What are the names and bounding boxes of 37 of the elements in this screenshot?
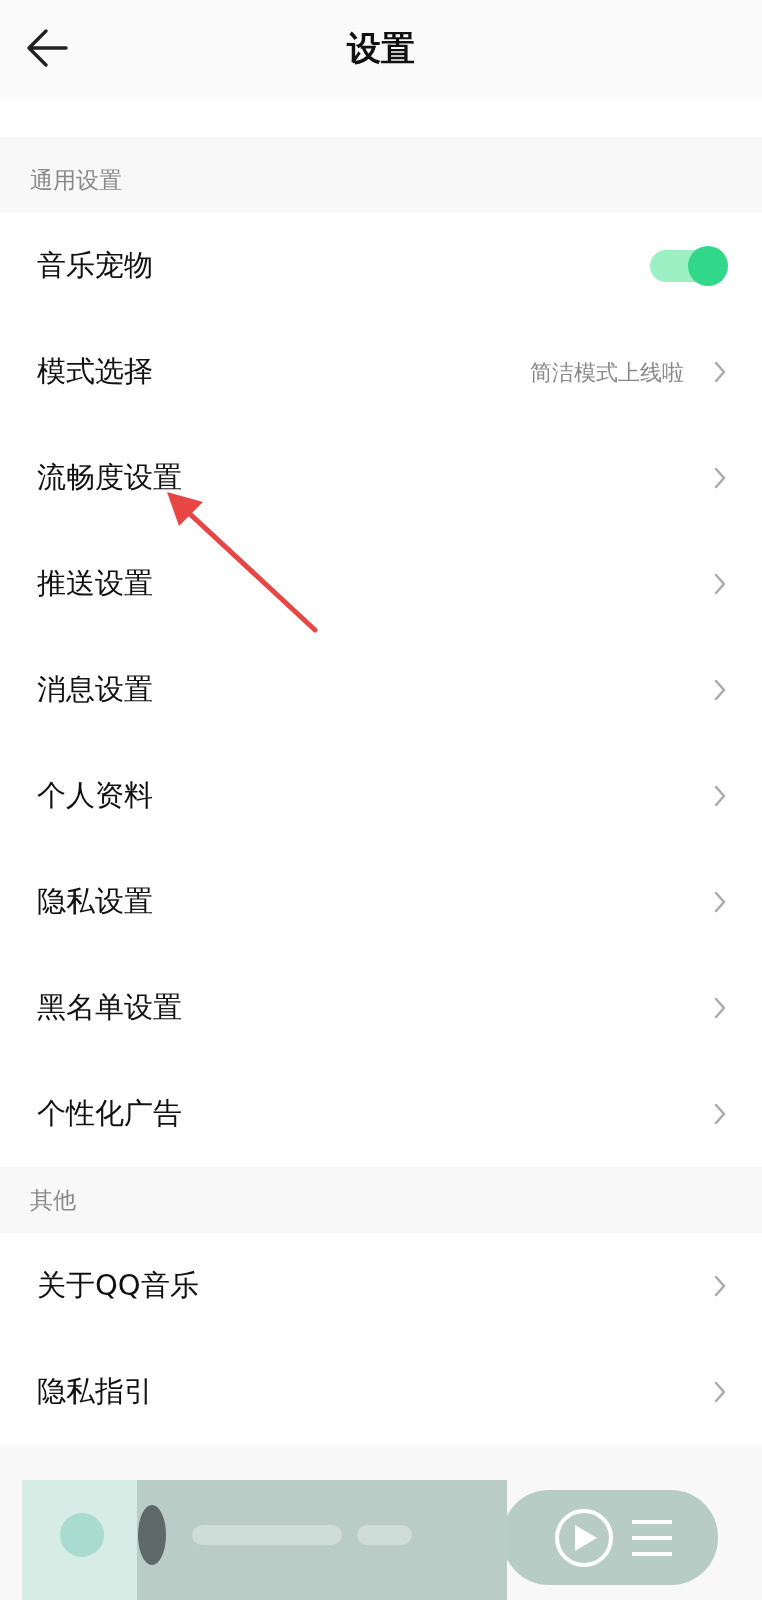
item-label: 模式选择	[37, 353, 154, 391]
item-label: 关于QQ音乐	[37, 1267, 200, 1305]
item-label: 音乐宠物	[37, 247, 154, 285]
item-label: 隐私指引	[37, 1373, 154, 1411]
chevron-right-icon	[714, 467, 726, 489]
chevron-right-icon	[714, 891, 726, 913]
item-label: 黑名单设置	[37, 989, 183, 1027]
settings-item[interactable]: 隐私指引	[0, 1339, 762, 1445]
settings-item[interactable]: 关于QQ音乐	[0, 1233, 762, 1339]
settings-item[interactable]: 黑名单设置	[0, 955, 762, 1061]
chevron-right-icon	[714, 361, 726, 383]
settings-item[interactable]: 消息设置	[0, 637, 762, 743]
chevron-right-icon	[714, 1275, 726, 1297]
settings-item[interactable]: 模式选择 简洁模式上线啦	[0, 319, 762, 425]
settings-item[interactable]: 个人资料	[0, 743, 762, 849]
item-label: 流畅度设置	[37, 459, 183, 497]
section-title: 通用设置	[30, 165, 122, 195]
section-title: 其他	[30, 1185, 76, 1215]
chevron-right-icon	[714, 1103, 726, 1125]
chevron-right-icon	[714, 1381, 726, 1403]
item-hint: 简洁模式上线啦	[530, 358, 684, 387]
item-label: 个性化广告	[37, 1095, 183, 1133]
item-label: 消息设置	[37, 671, 154, 709]
settings-item[interactable]: 推送设置	[0, 531, 762, 637]
page-title: 设置	[347, 27, 415, 70]
settings-item[interactable]: 隐私设置	[0, 849, 762, 955]
item-label: 隐私设置	[37, 883, 154, 921]
settings-item[interactable]: 流畅度设置	[0, 425, 762, 531]
chevron-right-icon	[714, 997, 726, 1019]
chevron-right-icon	[714, 573, 726, 595]
chevron-right-icon	[714, 785, 726, 807]
item-label: 推送设置	[37, 565, 154, 603]
settings-item[interactable]: 音乐宠物	[0, 213, 762, 319]
back-icon[interactable]	[26, 28, 68, 68]
item-label: 个人资料	[37, 777, 154, 815]
settings-item[interactable]: 个性化广告	[0, 1061, 762, 1167]
chevron-right-icon	[714, 679, 726, 701]
